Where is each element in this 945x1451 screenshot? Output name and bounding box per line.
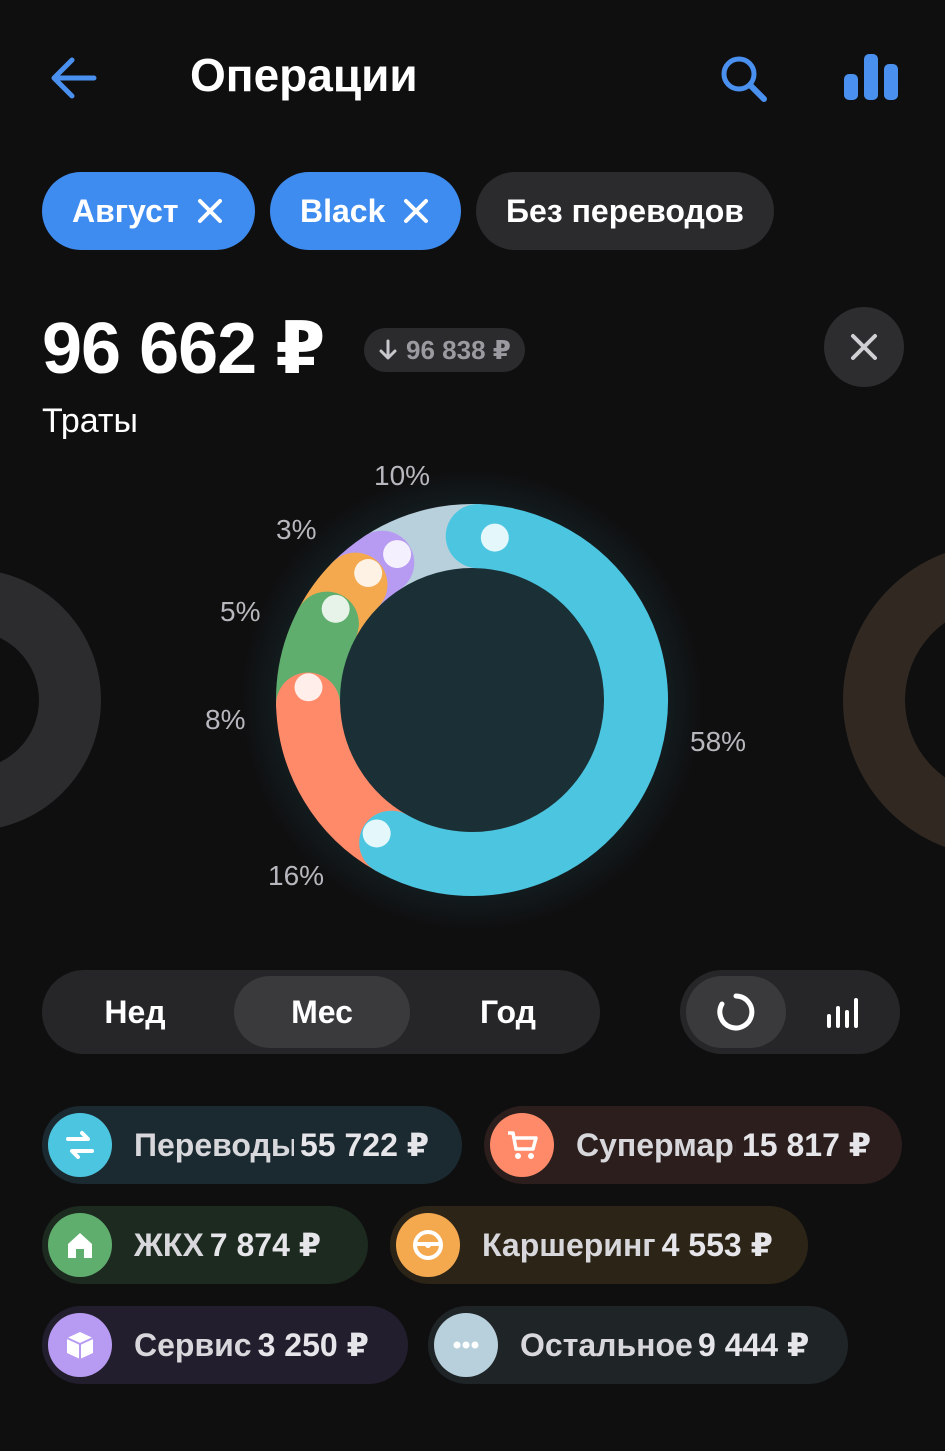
bar-chart-icon xyxy=(827,998,858,1028)
legend-label: Супермаркеты xyxy=(576,1126,736,1163)
donut-chart[interactable] xyxy=(0,450,945,950)
legend-amount: 15 817 ₽ xyxy=(742,1127,872,1163)
period-month[interactable]: Мес xyxy=(234,976,410,1048)
legend-amount: 9 444 ₽ xyxy=(698,1327,810,1363)
slice-icon xyxy=(294,673,323,702)
legend-item-carsharing[interactable]: Каршеринг 4 553 ₽ xyxy=(390,1206,808,1284)
period-week[interactable]: Нед xyxy=(42,970,228,1054)
close-icon xyxy=(851,334,877,360)
total-amount: 96 662 ₽ xyxy=(42,309,325,389)
bar-view-button[interactable] xyxy=(794,976,894,1048)
back-button[interactable] xyxy=(44,48,104,108)
more-icon xyxy=(434,1313,498,1377)
box-icon xyxy=(48,1313,112,1377)
filter-chip-label: Август xyxy=(72,192,179,229)
period-year[interactable]: Год xyxy=(416,970,600,1054)
search-icon xyxy=(721,56,767,102)
slice-label: 3% xyxy=(276,514,317,545)
legend-amount: 55 722 ₽ xyxy=(300,1127,430,1163)
filter-chip-label: Black xyxy=(300,192,386,229)
filter-chip-label: Без переводов xyxy=(506,192,744,229)
legend-amount: 7 874 ₽ xyxy=(209,1227,322,1263)
legend-label: ЖКХ xyxy=(134,1226,204,1263)
legend-item-supermarkets[interactable]: Супермаркеты 15 817 ₽ xyxy=(484,1106,902,1184)
top-bar: Операции xyxy=(0,0,945,150)
previous-month-chart[interactable] xyxy=(0,572,101,828)
slice-label: 10% xyxy=(374,460,431,491)
filter-chip-month[interactable]: Август xyxy=(42,172,255,250)
legend-amount: 3 250 ₽ xyxy=(257,1327,369,1363)
legend-label: Остальное xyxy=(520,1326,692,1363)
donut-chart-area: 58% 16% 8% 5% 3% 10% xyxy=(0,450,945,950)
slice-label: 5% xyxy=(220,596,261,627)
slice-icon xyxy=(354,559,383,588)
spend-caption: Траты xyxy=(42,402,138,440)
search-button[interactable] xyxy=(712,48,776,112)
filter-chip-card[interactable]: Black xyxy=(270,172,462,250)
cart-icon xyxy=(490,1113,554,1177)
close-summary-button[interactable] xyxy=(824,307,904,387)
arrow-down-icon xyxy=(379,339,397,360)
house-icon xyxy=(48,1213,112,1277)
legend-label: Переводы xyxy=(134,1126,294,1163)
steering-wheel-icon xyxy=(396,1213,460,1277)
legend-item-utilities[interactable]: ЖКХ 7 874 ₽ xyxy=(42,1206,368,1284)
chart-view-toggle xyxy=(680,970,900,1054)
donut-chart-icon xyxy=(717,993,755,1031)
donut-view-button[interactable] xyxy=(686,976,786,1048)
slice-label: 8% xyxy=(205,704,246,735)
previous-amount: 96 838 ₽ xyxy=(406,334,511,365)
slice-icon xyxy=(383,540,412,569)
slice-label: 58% xyxy=(690,726,747,757)
period-selector: Нед Мес Год xyxy=(42,970,600,1054)
legend-amount: 4 553 ₽ xyxy=(661,1227,773,1263)
transfer-icon xyxy=(48,1113,112,1177)
legend-item-transfers[interactable]: Переводы 55 722 ₽ xyxy=(42,1106,462,1184)
close-icon[interactable] xyxy=(401,196,431,226)
legend-item-other[interactable]: Остальное 9 444 ₽ xyxy=(428,1306,848,1384)
slice-icon xyxy=(321,594,350,623)
close-icon[interactable] xyxy=(195,196,225,226)
filter-chips: Август Black Без переводов xyxy=(42,172,922,250)
slice-icon xyxy=(480,523,509,552)
legend-item-service[interactable]: Сервис 3 250 ₽ xyxy=(42,1306,408,1384)
next-month-chart[interactable] xyxy=(843,552,945,848)
slice-icon xyxy=(362,819,391,848)
arrow-left-icon xyxy=(51,57,97,99)
legend-label: Сервис xyxy=(134,1326,252,1363)
slice-label: 16% xyxy=(268,860,325,891)
filter-chip-no-transfers[interactable]: Без переводов xyxy=(476,172,774,250)
analytics-button[interactable] xyxy=(836,46,906,110)
bar-chart-icon xyxy=(844,54,898,100)
legend-label: Каршеринг xyxy=(482,1226,656,1263)
page-title: Операции xyxy=(190,49,418,101)
previous-amount-badge: 96 838 ₽ xyxy=(364,328,525,372)
